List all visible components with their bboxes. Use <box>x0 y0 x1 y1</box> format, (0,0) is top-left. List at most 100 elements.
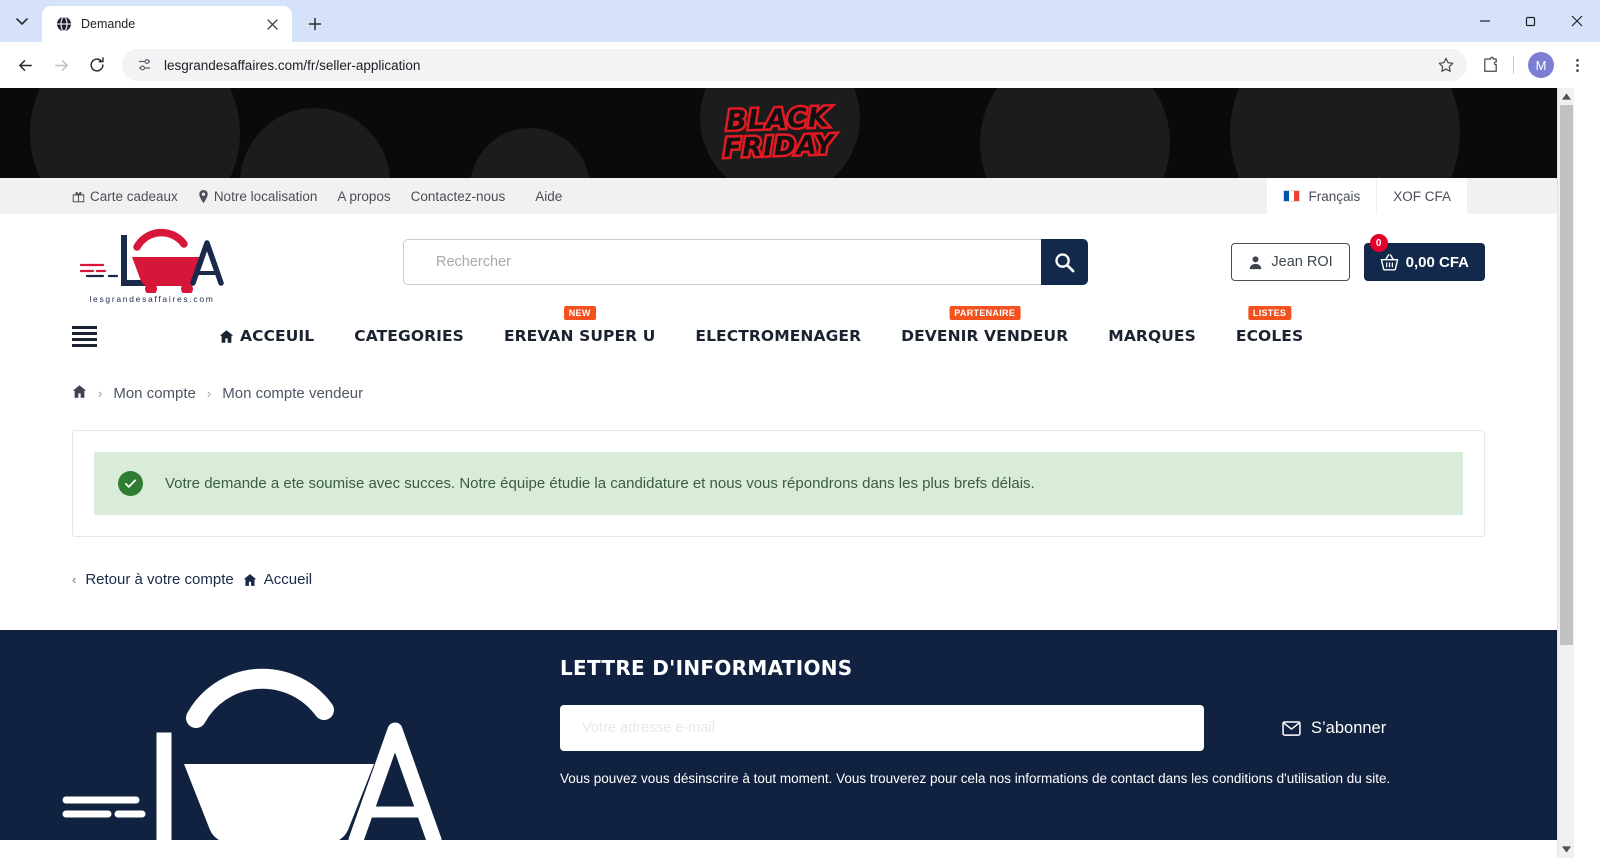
nav-item-marques[interactable]: MARQUES <box>1108 327 1196 345</box>
header-actions: Jean ROI 0 0,00 CFA <box>1231 234 1485 281</box>
nav-item-label: ACCEUIL <box>240 327 315 345</box>
hamburger-menu-icon[interactable] <box>72 325 97 347</box>
check-circle-icon <box>118 471 143 496</box>
search-bar: Rechercher <box>403 239 1088 285</box>
nav-item-devenir-vendeur[interactable]: PARTENAIRE DEVENIR VENDEUR <box>901 306 1069 345</box>
nav-item-ecoles[interactable]: LISTES ECOLES <box>1235 306 1304 345</box>
toolbar-divider <box>1513 56 1514 74</box>
address-bar[interactable]: lesgrandesaffaires.com/fr/seller-applica… <box>122 49 1467 81</box>
site-footer: LETTRE D'INFORMATIONS Votre adresse e-ma… <box>0 630 1557 840</box>
topbar-link-gift-card[interactable]: Carte cadeaux <box>72 189 178 204</box>
plus-icon <box>308 17 322 31</box>
forward-button[interactable] <box>44 48 78 82</box>
nav-item-erevan-super-u[interactable]: NEW EREVAN SUPER U <box>503 306 656 345</box>
nav-item-label: ECOLES <box>1235 327 1304 345</box>
page-scrollbar[interactable] <box>1557 88 1574 858</box>
main-navigation: ACCEUIL CATEGORIES NEW EREVAN SUPER U EL… <box>0 306 1557 362</box>
newsletter-email-input[interactable]: Votre adresse e-mail <box>560 705 1204 751</box>
newsletter-section: LETTRE D'INFORMATIONS Votre adresse e-ma… <box>560 656 1460 786</box>
black-friday-logo: BLACK FRIDAY <box>720 100 837 167</box>
banner-shape <box>470 128 590 178</box>
currency-label: XOF CFA <box>1393 188 1451 204</box>
new-tab-button[interactable] <box>300 9 330 39</box>
nav-item-label: EREVAN SUPER U <box>503 327 656 345</box>
nav-item-acceuil[interactable]: ACCEUIL <box>219 327 314 345</box>
nav-badge-partenaire: PARTENAIRE <box>949 306 1021 320</box>
reload-icon <box>90 57 104 72</box>
arrow-left-icon <box>18 59 32 71</box>
browser-toolbar: lesgrandesaffaires.com/fr/seller-applica… <box>0 42 1600 88</box>
currency-switcher[interactable]: XOF CFA <box>1376 178 1467 214</box>
profile-avatar[interactable]: M <box>1528 52 1554 78</box>
cart-count-badge: 0 <box>1369 234 1388 252</box>
nav-item-list: ACCEUIL CATEGORIES NEW EREVAN SUPER U EL… <box>219 306 1304 345</box>
home-icon <box>243 573 257 586</box>
locale-switchers: Français XOF CFA <box>1267 178 1557 214</box>
browser-tab[interactable]: Demande <box>42 6 292 42</box>
scrollbar-thumb[interactable] <box>1560 105 1573 645</box>
back-button[interactable] <box>8 48 42 82</box>
banner-shape <box>240 108 390 178</box>
french-flag-icon <box>1283 190 1301 202</box>
url-text: lesgrandesaffaires.com/fr/seller-applica… <box>164 57 421 73</box>
banner-line-2: FRIDAY <box>720 128 837 167</box>
close-window-button[interactable] <box>1554 0 1600 42</box>
search-button[interactable] <box>1041 239 1088 285</box>
topbar-link-help[interactable]: Aide <box>535 189 562 204</box>
footer-logo <box>56 652 486 840</box>
breadcrumb-home-icon[interactable] <box>72 384 87 403</box>
back-to-account-link[interactable]: Retour à votre compte <box>85 571 233 588</box>
black-friday-banner[interactable]: BLACK FRIDAY <box>0 88 1557 178</box>
lga-cart-logo-footer <box>62 668 442 840</box>
newsletter-subscribe-button[interactable]: S’abonner <box>1282 719 1386 738</box>
topbar-link-contact[interactable]: Contactez-nous <box>411 189 506 204</box>
newsletter-note: Vous pouvez vous désinscrire à tout mome… <box>560 771 1391 786</box>
tune-icon[interactable] <box>136 56 154 74</box>
tab-search-button[interactable] <box>2 4 42 38</box>
search-input[interactable]: Rechercher <box>403 239 1041 285</box>
success-alert: Votre demande a ete soumise avec succes.… <box>94 452 1463 515</box>
chevron-left-icon: ‹ <box>72 572 77 587</box>
content-card: Votre demande a ete soumise avec succes.… <box>72 430 1485 537</box>
nav-badge-new: NEW <box>563 306 596 320</box>
newsletter-form: Votre adresse e-mail S’abonner <box>560 705 1460 751</box>
topbar-link-label: Notre localisation <box>213 188 318 204</box>
nav-item-categories[interactable]: CATEGORIES <box>354 327 464 345</box>
reload-button[interactable] <box>80 48 114 82</box>
breadcrumb-item-mon-compte[interactable]: Mon compte <box>113 385 196 402</box>
cart-button[interactable]: 0 0,00 CFA <box>1363 234 1485 281</box>
topbar-link-about[interactable]: A propos <box>337 189 390 204</box>
home-link[interactable]: Accueil <box>243 571 312 588</box>
account-label: Jean ROI <box>1271 254 1333 270</box>
maximize-button[interactable] <box>1508 0 1554 42</box>
nav-badge-listes: LISTES <box>1247 306 1292 320</box>
scrollbar-down-arrow[interactable] <box>1558 841 1575 858</box>
close-icon[interactable] <box>262 14 282 34</box>
browser-menu-button[interactable] <box>1562 50 1592 80</box>
topbar-link-location[interactable]: Notre localisation <box>198 188 318 204</box>
home-icon <box>219 329 234 343</box>
star-icon[interactable] <box>1431 50 1461 80</box>
nav-item-electromenager[interactable]: ELECTROMENAGER <box>695 327 861 345</box>
success-alert-message: Votre demande a ete soumise avec succes.… <box>165 475 1035 492</box>
newsletter-subscribe-label: S’abonner <box>1311 718 1387 737</box>
account-button[interactable]: Jean ROI <box>1231 243 1350 281</box>
logo-domain-text: lesgrandesaffaires.com <box>89 293 215 304</box>
user-icon <box>1250 255 1262 269</box>
window-controls <box>1462 0 1600 42</box>
map-pin-icon <box>199 189 208 203</box>
nav-item-label: DEVENIR VENDEUR <box>901 327 1069 345</box>
minimize-button[interactable] <box>1462 0 1508 42</box>
arrow-right-icon <box>54 59 68 71</box>
language-switcher[interactable]: Français <box>1267 178 1377 214</box>
scrollbar-up-arrow[interactable] <box>1558 88 1574 105</box>
banner-shape <box>980 88 1170 178</box>
topbar-link-label: A propos <box>337 188 391 204</box>
breadcrumb: › Mon compte › Mon compte vendeur <box>0 362 1557 403</box>
site-logo[interactable]: lesgrandesaffaires.com <box>72 221 232 304</box>
extensions-button[interactable] <box>1475 50 1505 80</box>
home-link-label: Accueil <box>263 571 313 588</box>
breadcrumb-separator: › <box>98 386 103 401</box>
web-page: BLACK FRIDAY Carte cadeaux Notre localis… <box>0 88 1557 858</box>
envelope-icon <box>1282 720 1301 736</box>
